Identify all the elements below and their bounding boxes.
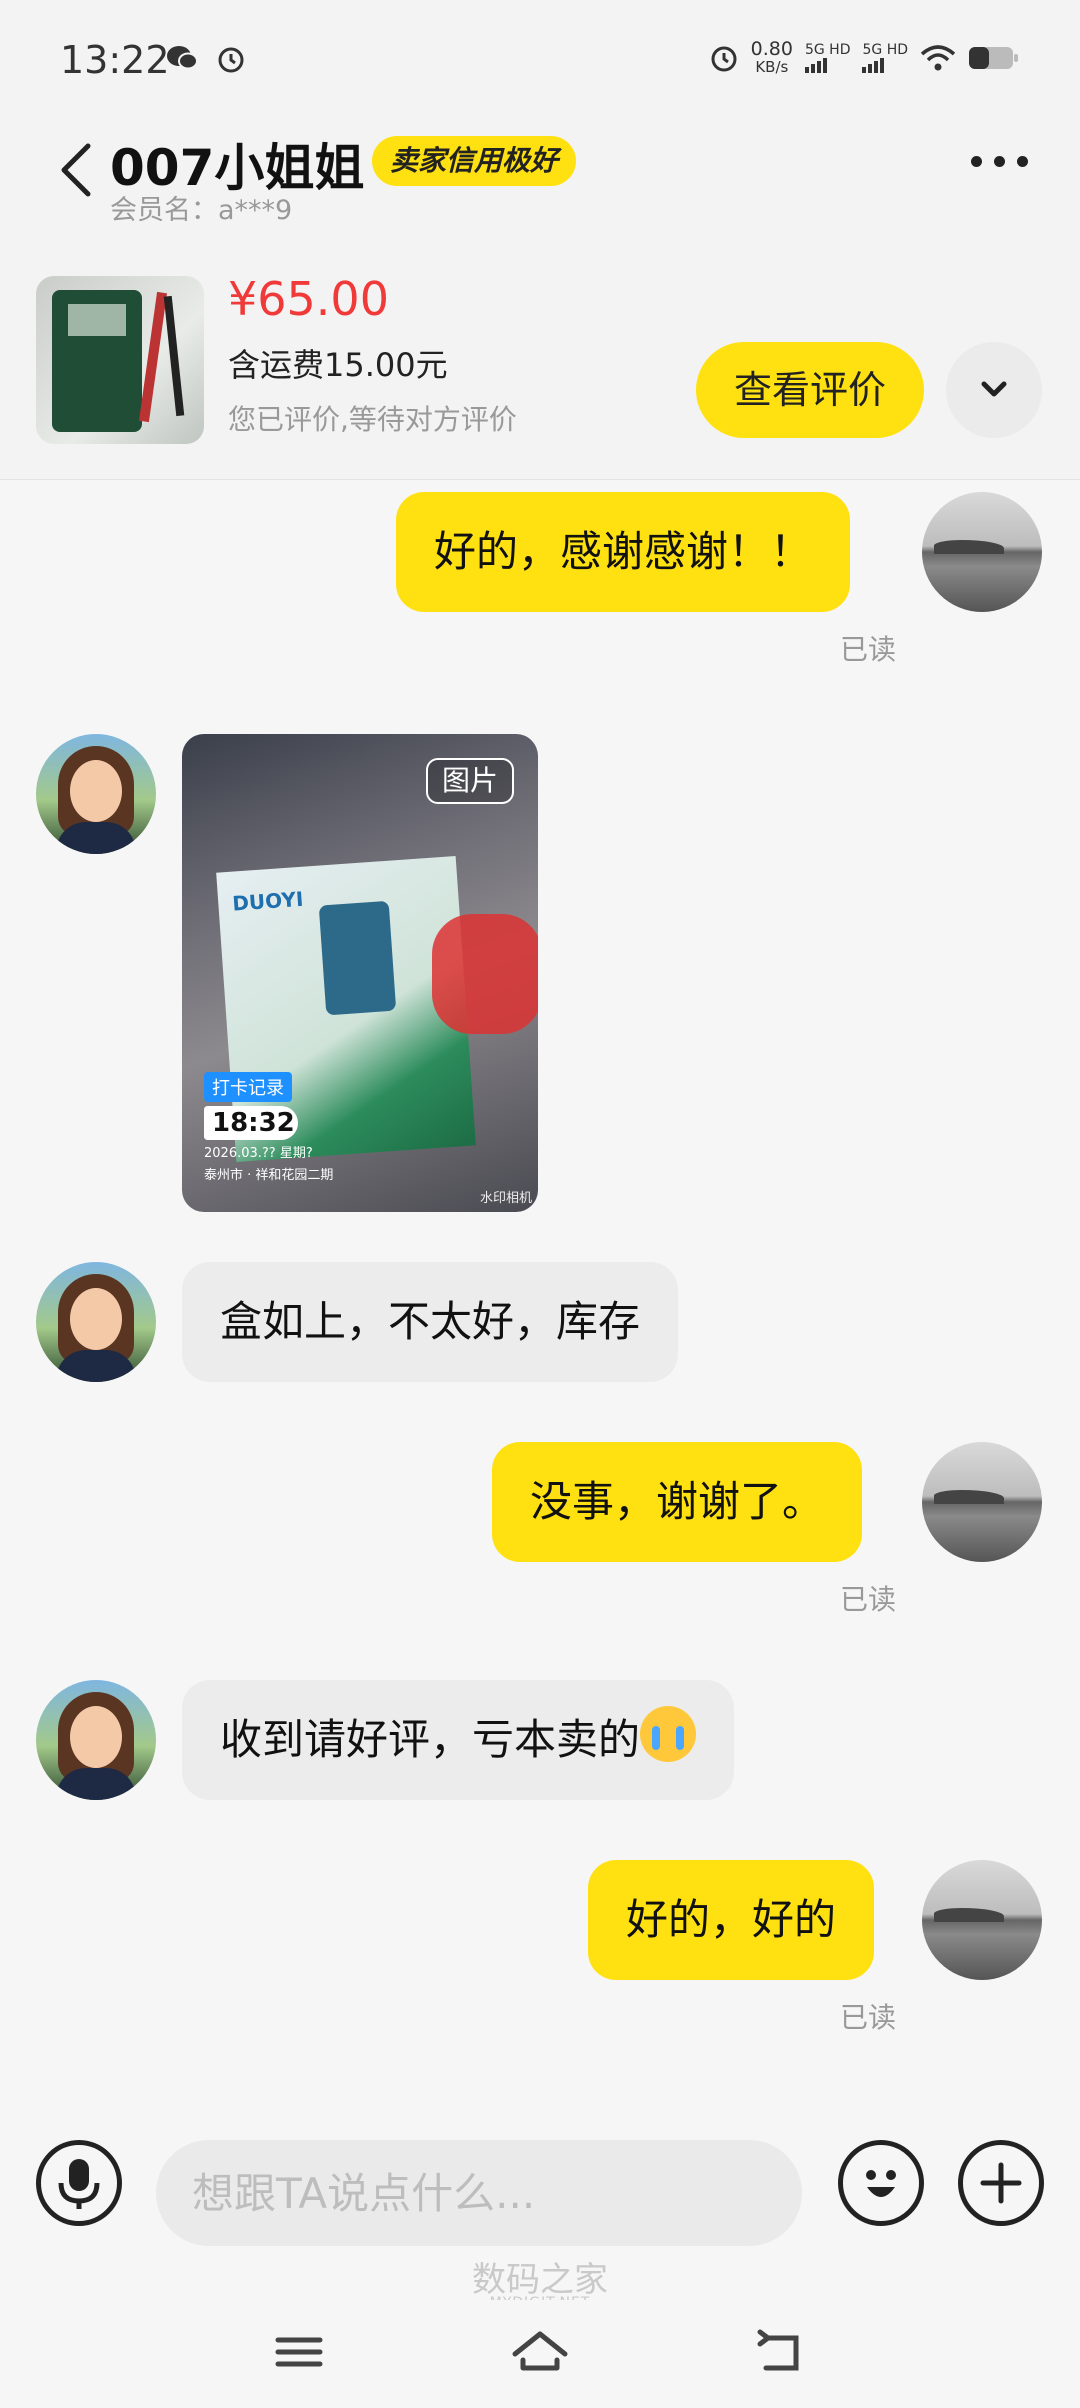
status-time: 13:22	[60, 38, 170, 82]
chat-header: 007小姐姐 卖家信用极好 会员名：a***9	[0, 110, 1080, 230]
back-nav-icon[interactable]	[746, 2322, 816, 2382]
status-bar: 13:22 0.80 KB/s 5G HD 5G HD	[0, 0, 1080, 110]
back-icon[interactable]	[52, 140, 102, 200]
menu-icon[interactable]	[264, 2322, 334, 2382]
product-card[interactable]: ¥65.00 含运费15.00元 您已评价,等待对方评价 查看评价	[0, 230, 1080, 480]
member-name: 会员名：a***9	[110, 195, 293, 226]
avatar[interactable]	[36, 1262, 156, 1382]
read-receipt: 已读	[840, 633, 897, 666]
crying-emoji-icon	[640, 1706, 697, 1762]
signal-icon: 5G HD	[862, 43, 908, 73]
plus-icon	[980, 2162, 1022, 2204]
signal-icon: 5G HD	[804, 43, 850, 73]
voice-button[interactable]	[36, 2140, 122, 2226]
alarm-icon	[218, 47, 244, 73]
message-bubble-outgoing[interactable]: 好的，感谢感谢！！	[396, 492, 851, 612]
camera-watermark: 水印相机	[479, 1191, 532, 1206]
system-nav-bar	[0, 2300, 1080, 2408]
message-input[interactable]	[156, 2140, 802, 2246]
input-bar	[0, 2110, 1080, 2260]
microphone-icon	[58, 2159, 100, 2209]
more-options-button[interactable]	[971, 156, 1028, 167]
read-receipt: 已读	[840, 1583, 897, 1616]
message-bubble-outgoing[interactable]: 没事，谢谢了。	[492, 1442, 863, 1562]
message-text: 收到请好评，亏本卖的	[220, 1715, 641, 1764]
checkin-stamp: 打卡记录 18:32 2026.03.?? 星期? 泰州市 · 祥和花园二期	[204, 1072, 333, 1184]
checkin-date: 2026.03.?? 星期?	[204, 1146, 313, 1161]
review-status: 您已评价,等待对方评价	[228, 403, 517, 436]
network-speed: 0.80 KB/s	[750, 38, 793, 77]
message-bubble-incoming[interactable]: 盒如上，不太好，库存	[182, 1262, 679, 1382]
expand-button[interactable]	[946, 342, 1042, 438]
battery-icon	[969, 47, 1018, 69]
alarm-icon	[711, 46, 737, 72]
image-tag: 图片	[426, 758, 515, 804]
seller-credit-badge: 卖家信用极好	[372, 136, 577, 186]
product-thumbnail[interactable]	[36, 276, 204, 444]
add-attachment-button[interactable]	[958, 2140, 1044, 2226]
wifi-icon	[920, 45, 956, 71]
shipping-fee: 含运费15.00元	[228, 346, 448, 384]
home-icon[interactable]	[505, 2322, 575, 2382]
avatar[interactable]	[922, 1442, 1042, 1562]
chevron-down-icon	[981, 381, 1007, 397]
view-review-button[interactable]: 查看评价	[696, 342, 924, 438]
avatar[interactable]	[922, 1860, 1042, 1980]
wechat-icon	[167, 46, 198, 70]
emoji-button[interactable]	[838, 2140, 924, 2226]
read-receipt: 已读	[840, 2001, 897, 2034]
avatar[interactable]	[36, 734, 156, 854]
message-bubble-outgoing[interactable]: 好的，好的	[588, 1860, 875, 1980]
product-price: ¥65.00	[228, 272, 389, 326]
checkin-time: 18:32	[204, 1106, 298, 1140]
avatar[interactable]	[36, 1680, 156, 1800]
smiley-icon	[866, 2170, 896, 2197]
message-bubble-incoming[interactable]: 收到请好评，亏本卖的	[182, 1680, 735, 1800]
message-list[interactable]: 好的，感谢感谢！！ 已读 DUOYI 图片 打卡记录 18:32 2026.03…	[0, 480, 1080, 2110]
checkin-label: 打卡记录	[204, 1072, 292, 1102]
avatar[interactable]	[922, 492, 1042, 612]
image-message[interactable]: DUOYI 图片 打卡记录 18:32 2026.03.?? 星期? 泰州市 ·…	[182, 734, 538, 1212]
checkin-place: 泰州市 · 祥和花园二期	[204, 1168, 334, 1183]
